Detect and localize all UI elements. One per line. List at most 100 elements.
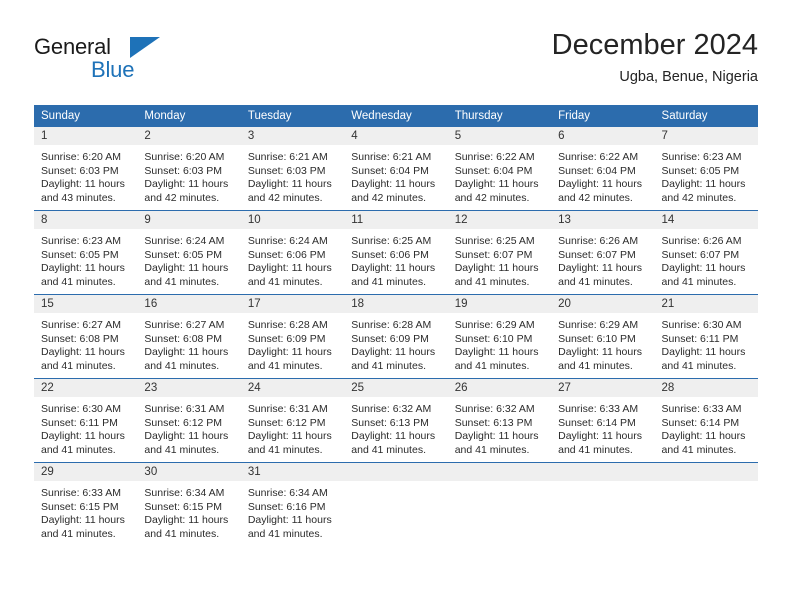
day-number: 3 (240, 127, 345, 145)
sunrise-text: Sunrise: 6:33 AM (558, 403, 639, 415)
daylight-text-line2: and 41 minutes. (41, 443, 116, 456)
day-number: 21 (654, 295, 758, 313)
calendar-day-cell[interactable]: 28 Sunrise: 6:33 AM Sunset: 6:14 PM Dayligh… (654, 378, 758, 463)
sunrise-text: Sunrise: 6:27 AM (41, 319, 121, 331)
calendar-header-row: Sunday Monday Tuesday Wednesday Thursday… (34, 105, 758, 127)
sunset-text: Sunset: 6:13 PM (454, 416, 533, 429)
day-details: Sunrise: 6:26 AM Sunset: 6:07 PM Daylight:… (551, 229, 654, 289)
calendar-empty-cell (654, 462, 758, 546)
calendar-day-cell[interactable]: 31 Sunrise: 6:34 AM Sunset: 6:16 PM Dayligh… (240, 462, 345, 546)
calendar-empty-cell (551, 462, 655, 546)
day-details: Sunrise: 6:24 AM Sunset: 6:06 PM Daylight:… (241, 229, 344, 289)
sunset-text: Sunset: 6:05 PM (661, 164, 740, 177)
sunset-text: Sunset: 6:11 PM (661, 332, 739, 345)
day-details: Sunrise: 6:31 AM Sunset: 6:12 PM Daylight:… (137, 397, 240, 457)
day-number: 19 (447, 295, 552, 313)
day-details: Sunrise: 6:33 AM Sunset: 6:14 PM Daylight:… (551, 397, 654, 457)
calendar-day-cell[interactable]: 19 Sunrise: 6:29 AM Sunset: 6:10 PM Dayligh… (447, 294, 552, 379)
calendar-day-cell[interactable]: 21 Sunrise: 6:30 AM Sunset: 6:11 PM Dayligh… (654, 294, 758, 379)
generalblue-logo[interactable]: General Blue (34, 34, 234, 90)
calendar-day-cell[interactable]: 18 Sunrise: 6:28 AM Sunset: 6:09 PM Dayligh… (344, 294, 448, 379)
sunrise-text: Sunrise: 6:23 AM (41, 235, 121, 247)
calendar-day-cell[interactable]: 10 Sunrise: 6:24 AM Sunset: 6:06 PM Dayligh… (240, 210, 345, 295)
day-number: 25 (344, 379, 448, 397)
sunrise-text: Sunrise: 6:31 AM (144, 403, 225, 415)
sunset-text: Sunset: 6:04 PM (351, 164, 429, 177)
weekday-header-thursday: Thursday (447, 105, 552, 127)
day-number: 13 (551, 211, 655, 229)
calendar-day-cell[interactable]: 20 Sunrise: 6:29 AM Sunset: 6:10 PM Dayligh… (551, 294, 655, 379)
calendar-day-cell[interactable]: 12 Sunrise: 6:25 AM Sunset: 6:07 PM Dayligh… (447, 210, 552, 295)
calendar-day-cell[interactable]: 17 Sunrise: 6:28 AM Sunset: 6:09 PM Dayligh… (240, 294, 345, 379)
calendar-day-cell[interactable]: 22 Sunrise: 6:30 AM Sunset: 6:11 PM Dayligh… (34, 378, 138, 463)
daylight-text-line2: and 41 minutes. (351, 275, 426, 288)
day-details: Sunrise: 6:26 AM Sunset: 6:07 PM Daylight:… (655, 229, 758, 289)
daylight-text-line2: and 41 minutes. (558, 359, 633, 372)
daylight-text-line1: Daylight: 11 hours (351, 178, 436, 191)
calendar-day-cell[interactable]: 23 Sunrise: 6:31 AM Sunset: 6:12 PM Dayligh… (137, 378, 241, 463)
calendar-day-cell[interactable]: 26 Sunrise: 6:32 AM Sunset: 6:13 PM Dayligh… (447, 378, 552, 463)
day-cell-inner: 2 Sunrise: 6:20 AM Sunset: 6:03 PM Daylight… (137, 127, 241, 210)
day-details: Sunrise: 6:23 AM Sunset: 6:05 PM Daylight:… (34, 229, 137, 289)
calendar-day-cell[interactable]: 29 Sunrise: 6:33 AM Sunset: 6:15 PM Dayligh… (34, 462, 138, 546)
daylight-text-line1: Daylight: 11 hours (454, 178, 539, 191)
day-details: Sunrise: 6:28 AM Sunset: 6:09 PM Daylight:… (344, 313, 447, 373)
calendar-day-cell[interactable]: 25 Sunrise: 6:32 AM Sunset: 6:13 PM Dayligh… (344, 378, 448, 463)
day-details: Sunrise: 6:21 AM Sunset: 6:04 PM Daylight:… (344, 145, 447, 205)
daylight-text-line1: Daylight: 11 hours (661, 178, 746, 191)
day-details: Sunrise: 6:32 AM Sunset: 6:13 PM Daylight:… (448, 397, 551, 457)
calendar-week-row: 22 Sunrise: 6:30 AM Sunset: 6:11 PM Dayligh… (34, 378, 758, 463)
calendar-day-cell[interactable]: 2 Sunrise: 6:20 AM Sunset: 6:03 PM Daylight… (137, 127, 241, 211)
daylight-text-line2: and 41 minutes. (247, 443, 323, 456)
calendar-day-cell[interactable]: 27 Sunrise: 6:33 AM Sunset: 6:14 PM Dayligh… (551, 378, 655, 463)
day-cell-inner: 10 Sunrise: 6:24 AM Sunset: 6:06 PM Dayligh… (240, 211, 345, 294)
day-number: 27 (551, 379, 655, 397)
sunset-text: Sunset: 6:05 PM (41, 248, 119, 261)
sunset-text: Sunset: 6:09 PM (351, 332, 429, 345)
daylight-text-line1: Daylight: 11 hours (661, 430, 746, 443)
day-details: Sunrise: 6:33 AM Sunset: 6:15 PM Daylight:… (34, 481, 137, 541)
calendar-day-cell[interactable]: 24 Sunrise: 6:31 AM Sunset: 6:12 PM Dayligh… (240, 378, 345, 463)
calendar-day-cell[interactable]: 11 Sunrise: 6:25 AM Sunset: 6:06 PM Dayligh… (344, 210, 448, 295)
sunset-text: Sunset: 6:14 PM (558, 416, 636, 429)
day-number: 31 (240, 463, 345, 481)
day-details (448, 481, 551, 487)
calendar-day-cell[interactable]: 6 Sunrise: 6:22 AM Sunset: 6:04 PM Daylight… (551, 127, 655, 211)
daylight-text-line2: and 41 minutes. (558, 443, 633, 456)
calendar-day-cell[interactable]: 4 Sunrise: 6:21 AM Sunset: 6:04 PM Daylight… (344, 127, 448, 211)
page-subtitle: Ugba, Benue, Nigeria (619, 69, 758, 85)
calendar-day-cell[interactable]: 1 Sunrise: 6:20 AM Sunset: 6:03 PM Daylight… (34, 127, 138, 211)
day-cell-inner: 3 Sunrise: 6:21 AM Sunset: 6:03 PM Daylight… (240, 127, 345, 210)
calendar-week-row: 15 Sunrise: 6:27 AM Sunset: 6:08 PM Dayligh… (34, 294, 758, 379)
calendar-day-cell[interactable]: 13 Sunrise: 6:26 AM Sunset: 6:07 PM Dayligh… (551, 210, 655, 295)
calendar-day-cell[interactable]: 5 Sunrise: 6:22 AM Sunset: 6:04 PM Daylight… (447, 127, 552, 211)
calendar-day-cell[interactable]: 30 Sunrise: 6:34 AM Sunset: 6:15 PM Dayligh… (137, 462, 241, 546)
calendar-day-cell[interactable]: 15 Sunrise: 6:27 AM Sunset: 6:08 PM Dayligh… (34, 294, 138, 379)
sunset-text: Sunset: 6:16 PM (247, 500, 326, 513)
daylight-text-line2: and 41 minutes. (661, 275, 737, 288)
calendar-day-cell[interactable]: 8 Sunrise: 6:23 AM Sunset: 6:05 PM Daylight… (34, 210, 138, 295)
calendar-empty-cell (344, 462, 448, 546)
day-cell-inner (344, 463, 448, 546)
day-details (655, 481, 758, 487)
calendar-day-cell[interactable]: 7 Sunrise: 6:23 AM Sunset: 6:05 PM Daylight… (654, 127, 758, 211)
calendar-day-cell[interactable]: 14 Sunrise: 6:26 AM Sunset: 6:07 PM Dayligh… (654, 210, 758, 295)
day-details: Sunrise: 6:30 AM Sunset: 6:11 PM Daylight:… (655, 313, 758, 373)
sunrise-text: Sunrise: 6:26 AM (558, 235, 639, 247)
day-cell-inner: 1 Sunrise: 6:20 AM Sunset: 6:03 PM Daylight… (34, 127, 138, 210)
daylight-text-line1: Daylight: 11 hours (144, 346, 229, 359)
calendar-day-cell[interactable]: 16 Sunrise: 6:27 AM Sunset: 6:08 PM Dayligh… (137, 294, 241, 379)
sunrise-text: Sunrise: 6:20 AM (144, 151, 225, 163)
day-details: Sunrise: 6:28 AM Sunset: 6:09 PM Daylight:… (241, 313, 344, 373)
calendar-day-cell[interactable]: 3 Sunrise: 6:21 AM Sunset: 6:03 PM Daylight… (240, 127, 345, 211)
day-number: 4 (344, 127, 448, 145)
day-cell-inner: 6 Sunrise: 6:22 AM Sunset: 6:04 PM Daylight… (551, 127, 655, 210)
daylight-text-line2: and 42 minutes. (247, 191, 323, 204)
day-details: Sunrise: 6:24 AM Sunset: 6:05 PM Daylight:… (137, 229, 240, 289)
sunset-text: Sunset: 6:03 PM (144, 164, 223, 177)
calendar-day-cell[interactable]: 9 Sunrise: 6:24 AM Sunset: 6:05 PM Daylight… (137, 210, 241, 295)
calendar-empty-cell (447, 462, 552, 546)
day-cell-inner: 13 Sunrise: 6:26 AM Sunset: 6:07 PM Dayligh… (551, 211, 655, 294)
daylight-text-line1: Daylight: 11 hours (41, 346, 125, 359)
day-cell-inner: 14 Sunrise: 6:26 AM Sunset: 6:07 PM Dayligh… (654, 211, 758, 294)
